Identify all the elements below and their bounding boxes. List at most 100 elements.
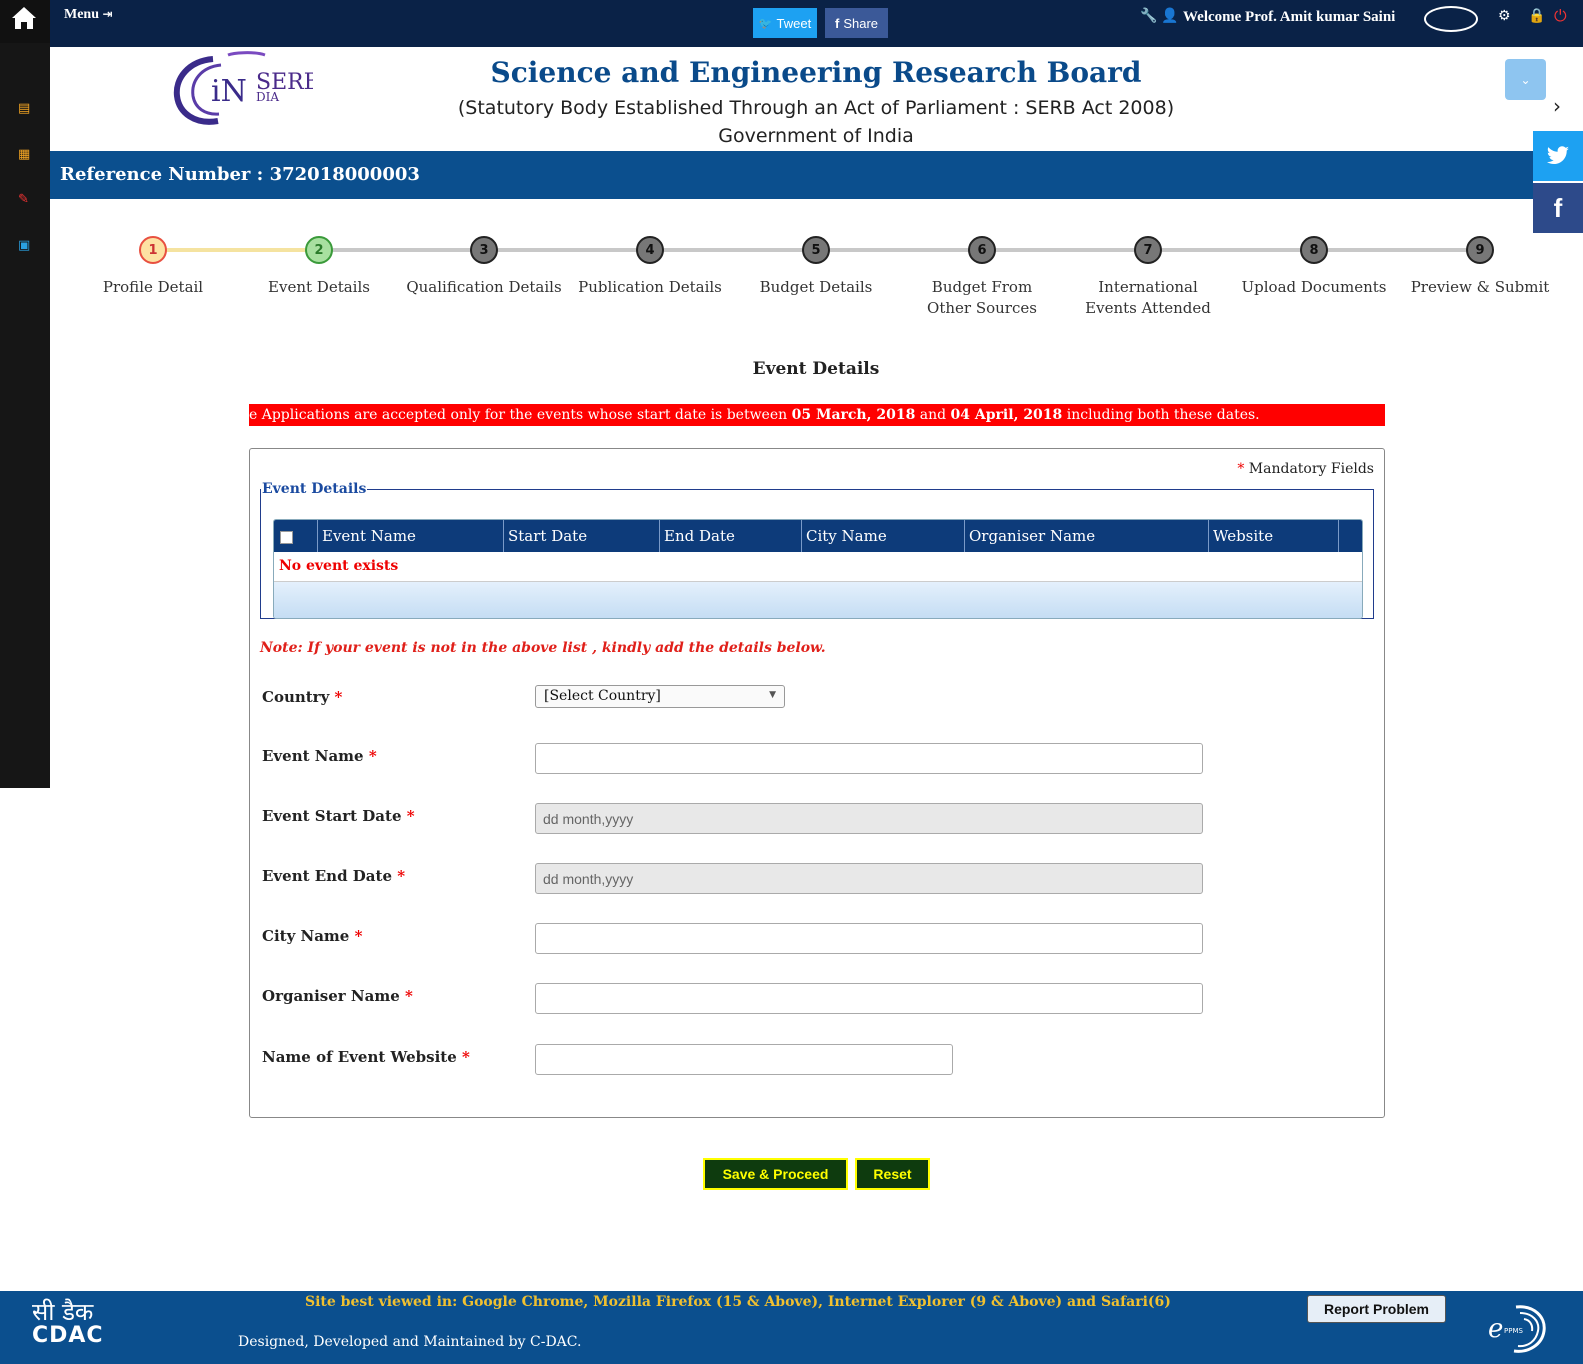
step-7-circle[interactable]: 7 (1134, 236, 1162, 264)
country-select[interactable]: [Select Country] ▼ (535, 685, 785, 708)
step-1-circle[interactable]: 1 (139, 236, 167, 264)
grid-empty-row: No event exists (274, 552, 1362, 582)
reset-button[interactable]: Reset (855, 1158, 930, 1190)
chevron-down-icon: ⌄ (1520, 72, 1531, 87)
reference-bar: Reference Number : 372018000003 (50, 151, 1533, 199)
step-3-circle[interactable]: 3 (470, 236, 498, 264)
power-icon[interactable]: ⏻ (1554, 6, 1567, 26)
section-title: Event Details (752, 359, 880, 379)
notice-text-2: and (915, 407, 951, 423)
eppms-e: e (1488, 1314, 1503, 1344)
event-name-label: Event Name * (262, 747, 377, 765)
country-label: Country * (262, 688, 343, 706)
col-website[interactable]: Website (1209, 520, 1339, 552)
page-title: Science and Engineering Research Board (490, 56, 1142, 89)
city-name-input[interactable] (535, 923, 1203, 954)
col-city-name[interactable]: City Name (802, 520, 965, 552)
welcome-text: Welcome Prof. Amit kumar Saini (1183, 9, 1396, 25)
top-navbar: Menu ⇥ 🐦 Tweet f Share 🔧 👤 Welcome Prof.… (0, 0, 1583, 47)
step-2-circle[interactable]: 2 (305, 236, 333, 264)
end-date-label: Event End Date * (262, 867, 406, 885)
organiser-name-input[interactable] (535, 983, 1203, 1014)
step-8-circle[interactable]: 8 (1300, 236, 1328, 264)
step-6-label[interactable]: Budget From Other Sources (902, 277, 1062, 319)
col-start-date[interactable]: Start Date (504, 520, 660, 552)
menu-label: Menu (64, 7, 99, 22)
event-form-panel: * Mandatory Fields Event Details Event N… (249, 448, 1385, 1118)
event-name-input[interactable] (535, 743, 1203, 774)
start-date-label: Event Start Date * (262, 807, 415, 825)
col-end-date[interactable]: End Date (660, 520, 802, 552)
status-oval[interactable] (1424, 6, 1478, 32)
designed-by-text: Designed, Developed and Maintained by C-… (238, 1334, 582, 1350)
page-subtitle: (Statutory Body Established Through an A… (457, 97, 1175, 119)
twitter-icon (1547, 146, 1569, 164)
grid-footer (274, 582, 1362, 618)
events-grid: Event Name Start Date End Date City Name… (273, 519, 1363, 619)
col-event-name[interactable]: Event Name (318, 520, 504, 552)
reference-number: Reference Number : 372018000003 (60, 164, 420, 185)
col-organiser-name[interactable]: Organiser Name (965, 520, 1209, 552)
start-date-input[interactable]: dd month,yyyy (535, 803, 1203, 834)
step-9-circle[interactable]: 9 (1466, 236, 1494, 264)
step-connector (153, 248, 319, 252)
city-name-label: City Name * (262, 927, 363, 945)
sign-in-icon: ⇥ (102, 7, 113, 21)
calculator-icon[interactable]: ▦ (18, 147, 30, 162)
step-5-label[interactable]: Budget Details (736, 277, 896, 298)
checkbox-icon[interactable] (280, 530, 293, 544)
left-sidebar: ▤ ▦ ✎ ▣ (0, 43, 50, 788)
report-problem-button[interactable]: Report Problem (1307, 1295, 1446, 1323)
share-button[interactable]: f Share (825, 8, 888, 38)
government-label: Government of India (718, 125, 914, 147)
step-1-label[interactable]: Profile Detail (73, 277, 233, 298)
col-spacer (1339, 520, 1362, 552)
step-7-label[interactable]: International Events Attended (1068, 277, 1228, 319)
side-twitter-button[interactable] (1533, 131, 1583, 181)
select-all-checkbox[interactable] (274, 520, 318, 552)
step-3-label[interactable]: Qualification Details (404, 277, 564, 298)
settings-icon[interactable]: ⚙ (1498, 8, 1511, 24)
menu-button[interactable]: Menu ⇥ (64, 7, 113, 23)
mandatory-fields-note: * Mandatory Fields (1237, 461, 1374, 477)
step-8-label[interactable]: Upload Documents (1234, 277, 1394, 298)
end-date-input[interactable]: dd month,yyyy (535, 863, 1203, 894)
date-notice-marquee: e Applications are accepted only for the… (249, 404, 1385, 426)
lock-icon[interactable]: 🔒 (1528, 8, 1545, 24)
home-button[interactable] (0, 0, 50, 43)
step-5-circle[interactable]: 5 (802, 236, 830, 264)
home-icon (12, 7, 36, 29)
cdac-logo: सी डैक CDAC (32, 1299, 104, 1347)
step-9-label[interactable]: Preview & Submit (1400, 277, 1560, 298)
facebook-icon: f (834, 15, 840, 31)
image-icon[interactable]: ▣ (18, 238, 30, 253)
share-label: Share (843, 15, 879, 31)
organiser-name-label: Organiser Name * (262, 987, 413, 1005)
website-input[interactable] (535, 1044, 953, 1075)
collapse-button[interactable]: ⌄ (1505, 59, 1546, 100)
edit-icon[interactable]: ✎ (18, 192, 29, 207)
best-viewed-text: Site best viewed in: Google Chrome, Mozi… (305, 1294, 1171, 1310)
save-proceed-button[interactable]: Save & Proceed (703, 1158, 848, 1190)
footer: सी डैक CDAC Site best viewed in: Google … (0, 1291, 1583, 1364)
cdac-english-text: CDAC (32, 1323, 104, 1348)
wrench-icon[interactable]: 🔧 (1140, 8, 1157, 24)
notice-text-3: including both these dates. (1062, 407, 1260, 423)
country-select-value: [Select Country] (544, 688, 661, 704)
tweet-button[interactable]: 🐦 Tweet (753, 8, 817, 38)
eppms-text: PPMS (1504, 1327, 1523, 1335)
side-facebook-button[interactable]: f (1533, 183, 1583, 233)
notice-text-1: e Applications are accepted only for the… (249, 407, 792, 423)
event-details-fieldset: Event Details Event Name Start Date End … (260, 481, 1374, 619)
user-icon: 👤 (1161, 8, 1179, 24)
add-event-note: Note: If your event is not in the above … (260, 640, 826, 656)
notice-date-end: 04 April, 2018 (950, 407, 1063, 423)
step-6-circle[interactable]: 6 (968, 236, 996, 264)
grid-header: Event Name Start Date End Date City Name… (274, 520, 1362, 552)
chevron-right-icon[interactable]: › (1553, 94, 1561, 118)
step-4-label[interactable]: Publication Details (570, 277, 730, 298)
step-2-label[interactable]: Event Details (239, 277, 399, 298)
facebook-icon: f (1553, 192, 1563, 223)
eppms-logo: e PPMS (1488, 1305, 1546, 1353)
step-4-circle[interactable]: 4 (636, 236, 664, 264)
